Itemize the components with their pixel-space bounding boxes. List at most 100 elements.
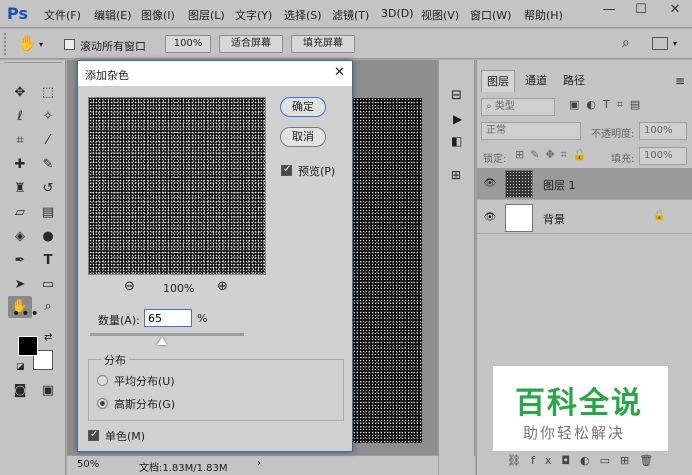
maximize-button[interactable]: ☐: [628, 0, 654, 22]
status-zoom[interactable]: 50%: [77, 459, 99, 470]
hand-tool-icon[interactable]: ✋: [18, 34, 37, 52]
blend-mode-select[interactable]: 正常: [481, 122, 581, 140]
foreground-color-swatch[interactable]: [18, 336, 38, 356]
opacity-input[interactable]: 100%: [639, 122, 687, 140]
status-menu-chevron-icon[interactable]: ›: [257, 458, 261, 469]
healing-brush-tool-icon[interactable]: ✚: [8, 154, 32, 176]
filter-icons[interactable]: ▣◐T⌗▤: [569, 98, 647, 112]
menu-select[interactable]: 选择(S): [284, 7, 322, 23]
uniform-label: 平均分布(U): [114, 375, 175, 388]
workspace-icon[interactable]: [652, 37, 668, 50]
status-doc-info: 文档:1.83M/1.83M: [139, 463, 228, 474]
search-icon[interactable]: ⌕: [622, 35, 630, 51]
screen-mode-icon[interactable]: ▣: [36, 380, 60, 402]
amount-input[interactable]: [144, 309, 192, 327]
menu-layer[interactable]: 图层(L): [188, 7, 225, 23]
eye-icon[interactable]: 👁: [483, 177, 497, 191]
gaussian-radio[interactable]: [97, 398, 108, 409]
menu-file[interactable]: 文件(F): [44, 7, 81, 23]
tab-layers[interactable]: 图层: [481, 70, 515, 92]
gradient-tool-icon[interactable]: ▤: [36, 202, 60, 224]
tab-paths[interactable]: 路径: [557, 70, 591, 92]
blur-tool-icon[interactable]: ◈: [8, 226, 32, 248]
amount-slider-thumb[interactable]: [157, 337, 167, 345]
lock-icons[interactable]: ⊞✎✥⌗🔒: [515, 148, 593, 162]
menu-image[interactable]: 图像(I): [141, 7, 175, 23]
tools-panel: ✥ ⬚ ℓ ✧ ⌗ ⁄ ✚ ✎ ♜ ↺ ▱ ▤ ◈ ● ✒ T ➤ ▭ ✋ ⌕ …: [0, 60, 66, 475]
amount-unit: %: [197, 312, 208, 325]
menu-view[interactable]: 视图(V): [421, 7, 459, 23]
opacity-label: 不透明度:: [591, 129, 635, 140]
history-panel-icon[interactable]: ⊟: [451, 88, 462, 103]
amount-slider-track[interactable]: [90, 333, 244, 336]
menu-edit[interactable]: 编辑(E): [94, 7, 132, 23]
menu-filter[interactable]: 滤镜(T): [332, 7, 369, 23]
watermark-title: 百科全说: [515, 386, 643, 421]
brush-tool-icon[interactable]: ✎: [36, 154, 60, 176]
default-colors-icon[interactable]: ◪: [16, 362, 25, 372]
zoom-level: 100%: [163, 282, 195, 295]
path-selection-tool-icon[interactable]: ➤: [8, 274, 32, 296]
close-icon[interactable]: ✕: [334, 65, 345, 80]
menu-window[interactable]: 窗口(W): [470, 7, 511, 23]
menu-help[interactable]: 帮助(H): [524, 7, 563, 23]
document-image[interactable]: [350, 98, 422, 443]
close-window-button[interactable]: ✕: [662, 0, 688, 22]
actions-play-icon[interactable]: ▶: [453, 112, 462, 126]
swap-colors-icon[interactable]: ⇄: [44, 332, 52, 343]
layer-row-1[interactable]: 👁 图层 1: [477, 168, 692, 200]
layer-actions-bar[interactable]: ⛓fx◘◐▭⊞🗑: [507, 454, 663, 467]
menu-3d[interactable]: 3D(D): [381, 7, 414, 20]
grip-handle[interactable]: [4, 33, 12, 55]
monochromatic-label: 单色(M): [105, 430, 146, 443]
zoom-in-icon[interactable]: ⊕: [217, 279, 228, 294]
preview-checkbox[interactable]: [281, 164, 292, 176]
chevron-down-icon[interactable]: ▾: [39, 40, 43, 49]
distribution-group: 分布 平均分布(U) 高斯分布(G): [88, 352, 344, 421]
rectangle-tool-icon[interactable]: ▭: [36, 274, 60, 296]
cancel-button[interactable]: 取消: [280, 127, 326, 147]
pen-tool-icon[interactable]: ✒: [8, 250, 32, 272]
ok-button[interactable]: 确定: [280, 97, 326, 117]
quick-mask-icon[interactable]: ◙: [8, 380, 32, 402]
tab-channels[interactable]: 通道: [519, 70, 553, 92]
panel-menu-icon[interactable]: ≡: [675, 74, 685, 88]
marquee-tool-icon[interactable]: ⬚: [36, 82, 60, 104]
minimize-button[interactable]: —: [596, 0, 622, 22]
fill-input[interactable]: 100%: [639, 147, 687, 165]
eye-icon[interactable]: 👁: [483, 211, 497, 225]
add-noise-dialog: 添加杂色 ✕ 确定 取消 预览(P) ⊖ 100% ⊕ 数量(A): % 分布 …: [77, 60, 353, 452]
zoom-out-icon[interactable]: ⊖: [124, 279, 135, 294]
scroll-all-checkbox[interactable]: [64, 39, 75, 50]
noise-preview[interactable]: [88, 97, 266, 275]
dialog-titlebar[interactable]: 添加杂色 ✕: [78, 61, 352, 87]
fill-screen-button[interactable]: 填充屏幕: [291, 35, 355, 53]
dodge-tool-icon[interactable]: ●: [36, 226, 60, 248]
stamp-tool-icon[interactable]: ♜: [8, 178, 32, 200]
layer-filter-select[interactable]: ⌕ 类型: [481, 98, 555, 116]
properties-panel-icon[interactable]: ⊞: [451, 168, 461, 182]
monochromatic-checkbox[interactable]: [88, 429, 99, 441]
layer-name[interactable]: 图层 1: [543, 177, 576, 193]
layer-row-background[interactable]: 👁 背景 🔒: [477, 202, 692, 234]
chevron-down-icon[interactable]: ▾: [673, 39, 677, 48]
move-tool-icon[interactable]: ✥: [8, 82, 32, 104]
eraser-tool-icon[interactable]: ▱: [8, 202, 32, 224]
crop-tool-icon[interactable]: ⌗: [8, 130, 32, 152]
menu-bar: Ps 文件(F) 编辑(E) 图像(I) 图层(L) 文字(Y) 选择(S) 滤…: [0, 0, 692, 28]
lock-icon: 🔒: [653, 210, 666, 221]
3d-panel-icon[interactable]: ◧: [451, 134, 462, 148]
zoom-100-button[interactable]: 100%: [165, 35, 211, 53]
type-tool-icon[interactable]: T: [36, 250, 60, 272]
layer-name[interactable]: 背景: [543, 211, 565, 227]
uniform-radio[interactable]: [97, 375, 108, 386]
menu-type[interactable]: 文字(Y): [235, 7, 272, 23]
magic-wand-tool-icon[interactable]: ✧: [36, 106, 60, 128]
dialog-title: 添加杂色: [85, 69, 129, 82]
eyedropper-tool-icon[interactable]: ⁄: [36, 130, 60, 152]
lasso-tool-icon[interactable]: ℓ: [8, 106, 32, 128]
history-brush-tool-icon[interactable]: ↺: [36, 178, 60, 200]
photoshop-logo: Ps: [7, 4, 28, 23]
fit-screen-button[interactable]: 适合屏幕: [219, 35, 283, 53]
more-tools-ellipsis-icon[interactable]: •••: [12, 306, 40, 322]
